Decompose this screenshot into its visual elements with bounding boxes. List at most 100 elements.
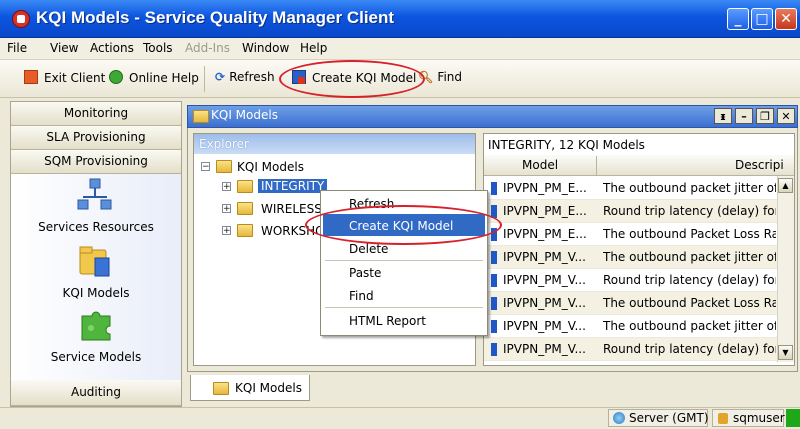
tree-node-integrity[interactable]: INTEGRITY xyxy=(258,179,328,193)
panel-restore-icon: ❐ xyxy=(760,110,770,123)
folder-icon xyxy=(237,224,253,237)
annotation-ellipse-context-menu xyxy=(305,205,502,245)
column-header-description[interactable]: Descripi xyxy=(735,158,784,172)
annotation-ellipse-toolbar xyxy=(279,60,425,98)
pin-icon: ᵻ xyxy=(720,110,726,123)
expand-integrity-toggle[interactable]: + xyxy=(222,182,231,192)
service-models-icon[interactable] xyxy=(79,308,113,342)
kqi-model-icon xyxy=(491,297,497,310)
cell-model: IPVPN_PM_V... xyxy=(503,342,586,356)
app-icon xyxy=(12,10,30,28)
lock-icon xyxy=(718,413,728,424)
context-paste[interactable]: Paste xyxy=(349,266,381,280)
cell-description: The outbound Packet Loss Ratio xyxy=(603,296,776,310)
column-divider xyxy=(596,156,597,176)
status-user: sqmuser xyxy=(712,409,785,427)
nav-tab-sqm-provisioning[interactable]: SQM Provisioning xyxy=(11,150,181,174)
nav-item-kqi-models[interactable]: KQI Models xyxy=(11,286,181,300)
panel-minimize-icon: – xyxy=(741,110,747,123)
tree-node-wireless[interactable]: WIRELESS xyxy=(261,202,322,216)
folder-icon xyxy=(237,180,253,193)
vertical-scrollbar[interactable] xyxy=(777,176,794,362)
nav-tab-monitoring[interactable]: Monitoring xyxy=(11,102,181,126)
collapse-root-toggle[interactable]: − xyxy=(201,162,210,172)
maximize-icon: □ xyxy=(755,11,769,27)
explorer-label: Explorer xyxy=(199,137,249,151)
context-separator xyxy=(325,307,483,308)
menu-file[interactable]: File xyxy=(7,41,27,55)
panel-folder-icon xyxy=(193,110,209,123)
exit-client-button[interactable]: Exit Client xyxy=(24,70,105,85)
nav-tab-sla-provisioning[interactable]: SLA Provisioning xyxy=(11,126,181,150)
expand-workshop-toggle[interactable]: + xyxy=(222,226,231,236)
nav-tab-auditing[interactable]: Auditing xyxy=(11,380,181,406)
refresh-label: Refresh xyxy=(229,70,275,84)
menu-help[interactable]: Help xyxy=(300,41,327,55)
menu-view[interactable]: View xyxy=(50,41,78,55)
context-separator xyxy=(325,260,483,261)
tree-root-kqi-models[interactable]: KQI Models xyxy=(237,160,304,174)
status-server-label: Server (GMT) xyxy=(629,411,709,425)
panel-close-icon: ✕ xyxy=(781,110,791,123)
toolbar-separator xyxy=(204,66,205,92)
exit-client-label: Exit Client xyxy=(44,71,106,85)
panel-close-button[interactable]: ✕ xyxy=(777,108,795,124)
online-help-label: Online Help xyxy=(129,71,199,85)
cell-description: The outbound Packet Loss Ratio xyxy=(603,227,776,241)
nav-item-services-resources[interactable]: Services Resources xyxy=(11,220,181,234)
kqi-model-icon xyxy=(491,274,497,287)
minimize-icon: _ xyxy=(734,11,742,27)
panel-title: KQI Models xyxy=(211,108,278,122)
tab-kqi-models-label: KQI Models xyxy=(235,381,302,395)
menu-tools[interactable]: Tools xyxy=(143,41,173,55)
menu-actions[interactable]: Actions xyxy=(90,41,134,55)
kqi-model-icon xyxy=(491,343,497,356)
panel-restore-button[interactable]: ❐ xyxy=(756,108,774,124)
context-html-report[interactable]: HTML Report xyxy=(349,314,426,328)
cell-model: IPVPN_PM_V... xyxy=(503,319,586,333)
close-icon: ✕ xyxy=(780,11,792,27)
cell-description: Round trip latency (delay) for a xyxy=(603,204,776,218)
cell-description: Round trip latency (delay) for a xyxy=(603,342,776,356)
folder-icon xyxy=(213,382,229,395)
cell-description: The outbound packet jitter of VF xyxy=(603,181,776,195)
cell-model: IPVPN_PM_E... xyxy=(503,181,587,195)
expand-wireless-toggle[interactable]: + xyxy=(222,204,231,214)
context-find[interactable]: Find xyxy=(349,289,374,303)
refresh-icon: ⟳ xyxy=(215,70,230,84)
scroll-down-button[interactable]: ▼ xyxy=(778,345,793,360)
cell-model: IPVPN_PM_V... xyxy=(503,273,586,287)
minimize-button[interactable]: _ xyxy=(727,8,749,30)
close-button[interactable]: ✕ xyxy=(775,8,797,30)
nav-item-service-models[interactable]: Service Models xyxy=(11,350,181,364)
kqi-models-icon[interactable] xyxy=(77,244,113,280)
scroll-up-button[interactable]: ▲ xyxy=(778,178,793,193)
online-help-button[interactable]: Online Help xyxy=(109,70,199,85)
exit-icon xyxy=(24,70,38,84)
pin-button[interactable]: ᵻ xyxy=(714,108,732,124)
status-user-label: sqmuser xyxy=(733,411,785,425)
connection-status-indicator xyxy=(786,409,800,427)
cell-description: The outbound packet jitter of VF xyxy=(603,250,776,264)
help-icon xyxy=(109,70,123,84)
menu-addins[interactable]: Add-Ins xyxy=(185,41,230,55)
globe-icon xyxy=(613,412,625,424)
cell-model: IPVPN_PM_E... xyxy=(503,227,587,241)
cell-model: IPVPN_PM_V... xyxy=(503,296,586,310)
maximize-button[interactable]: □ xyxy=(751,8,773,30)
folder-icon xyxy=(216,160,232,173)
cell-description: Round trip latency (delay) for a xyxy=(603,273,776,287)
cell-description: The outbound packet jitter of VF xyxy=(603,319,776,333)
refresh-button[interactable]: ⟳ Refresh xyxy=(215,70,275,84)
column-header-model[interactable]: Model xyxy=(522,158,558,172)
kqi-model-icon xyxy=(491,320,497,333)
kqi-model-icon xyxy=(491,182,497,195)
menu-window[interactable]: Window xyxy=(242,41,289,55)
cell-model: IPVPN_PM_E... xyxy=(503,204,587,218)
panel-minimize-button[interactable]: – xyxy=(735,108,753,124)
services-resources-icon[interactable] xyxy=(77,178,113,216)
cell-model: IPVPN_PM_V... xyxy=(503,250,586,264)
grid-caption: INTEGRITY, 12 KQI Models xyxy=(488,138,645,152)
kqi-model-icon xyxy=(491,251,497,264)
panel-title-bar xyxy=(187,105,798,128)
